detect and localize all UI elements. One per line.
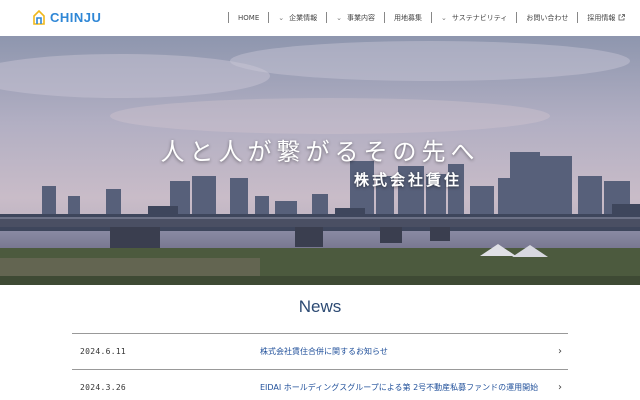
nav-label: HOME bbox=[238, 13, 260, 22]
site-header: CHINJU HOME ⌄ 企業情報 ⌄ 事業内容 用地募集 ⌄ サステナビリテ… bbox=[0, 0, 640, 36]
nav-item-recruit[interactable]: 採用情報 bbox=[577, 12, 634, 23]
brand-name: CHINJU bbox=[50, 10, 102, 25]
news-link[interactable]: 株式会社賃住合併に関するお知らせ bbox=[260, 346, 388, 357]
nav-label: 事業内容 bbox=[347, 13, 375, 22]
news-date: 2024.6.11 bbox=[80, 347, 127, 356]
news-date: 2024.3.26 bbox=[80, 383, 127, 392]
chevron-down-icon: ⌄ bbox=[336, 13, 342, 22]
hero-tagline: 人と人が繋がるその先へ bbox=[160, 138, 480, 166]
nav-item-home[interactable]: HOME bbox=[228, 12, 268, 23]
hero-banner: 人と人が繋がるその先へ 株式会社賃住 bbox=[0, 36, 640, 285]
nav-item-business[interactable]: ⌄ 事業内容 bbox=[326, 12, 384, 23]
main-nav: HOME ⌄ 企業情報 ⌄ 事業内容 用地募集 ⌄ サステナビリティ お問い合わ… bbox=[228, 12, 634, 23]
nav-label: お問い合わせ bbox=[526, 13, 569, 22]
chevron-right-icon: › bbox=[558, 346, 562, 357]
external-link-icon bbox=[618, 14, 626, 21]
nav-label: 企業情報 bbox=[289, 13, 318, 22]
news-item[interactable]: 2024.3.26 EIDAI ホールディングスグループによる第 2号不動産私募… bbox=[72, 369, 568, 400]
nav-label: 採用情報 bbox=[587, 13, 616, 22]
nav-item-sustainability[interactable]: ⌄ サステナビリティ bbox=[431, 12, 516, 23]
chevron-right-icon: › bbox=[558, 382, 562, 393]
news-list: 2024.6.11 株式会社賃住合併に関するお知らせ › 2024.3.26 E… bbox=[72, 333, 568, 400]
nav-item-company[interactable]: ⌄ 企業情報 bbox=[268, 12, 326, 23]
news-item[interactable]: 2024.6.11 株式会社賃住合併に関するお知らせ › bbox=[72, 333, 568, 369]
nav-item-contact[interactable]: お問い合わせ bbox=[516, 12, 577, 23]
chevron-down-icon: ⌄ bbox=[441, 13, 447, 22]
news-link[interactable]: EIDAI ホールディングスグループによる第 2号不動産私募ファンドの運用開始 bbox=[260, 382, 538, 393]
site-logo[interactable]: CHINJU bbox=[33, 10, 101, 25]
nav-label: サステナビリティ bbox=[451, 13, 508, 22]
house-logo-icon bbox=[33, 10, 45, 25]
nav-label: 用地募集 bbox=[394, 13, 422, 22]
news-heading: News bbox=[298, 297, 342, 316]
hero-company-name: 株式会社賃住 bbox=[354, 171, 463, 189]
chevron-down-icon: ⌄ bbox=[278, 13, 285, 22]
nav-item-land[interactable]: 用地募集 bbox=[384, 12, 431, 23]
